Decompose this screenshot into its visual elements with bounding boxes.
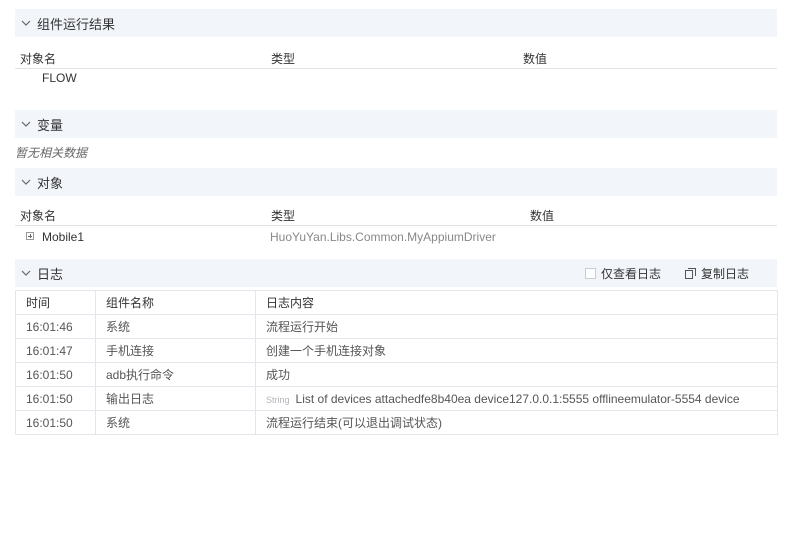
- objects-section-header[interactable]: 对象: [15, 168, 777, 196]
- log-table: 时间 组件名称 日志内容 16:01:46 系统 流程运行开始 16:01:47…: [15, 290, 778, 435]
- log-content: List of devices attachedfe8b40ea device1…: [295, 391, 740, 406]
- log-content: 成功: [255, 362, 778, 387]
- column-component: 组件名称: [95, 290, 256, 315]
- column-value: 数值: [530, 209, 555, 223]
- variables-section-title: 变量: [37, 117, 64, 133]
- log-content: 流程运行开始: [255, 314, 778, 339]
- results-section-header[interactable]: 组件运行结果: [15, 9, 777, 37]
- copy-log-button[interactable]: 复制日志: [684, 265, 749, 282]
- column-value: 数值: [523, 52, 548, 66]
- log-content: 创建一个手机连接对象: [255, 338, 778, 363]
- column-time: 时间: [15, 290, 96, 315]
- log-time: 16:01:50: [15, 362, 96, 387]
- chevron-down-icon[interactable]: [15, 9, 37, 37]
- chevron-down-icon[interactable]: [15, 259, 37, 287]
- log-component: 系统: [95, 410, 256, 435]
- chevron-down-icon[interactable]: [15, 168, 37, 196]
- objects-column-header: 对象名 类型 数值: [15, 201, 777, 226]
- log-component: 手机连接: [95, 338, 256, 363]
- only-view-log-label: 仅查看日志: [600, 266, 661, 281]
- only-view-log-toggle[interactable]: 仅查看日志: [584, 265, 661, 282]
- object-row-name: Mobile1: [42, 230, 85, 244]
- column-object-name: 对象名: [20, 52, 57, 66]
- column-type: 类型: [271, 209, 296, 223]
- column-type: 类型: [271, 52, 296, 66]
- log-time: 16:01:50: [15, 386, 96, 411]
- table-row[interactable]: 16:01:50 adb执行命令 成功: [15, 362, 778, 387]
- variables-section-header[interactable]: 变量: [15, 110, 777, 138]
- log-actions: 仅查看日志 复制日志: [584, 259, 749, 287]
- chevron-down-icon[interactable]: [15, 110, 37, 138]
- log-time: 16:01:47: [15, 338, 96, 363]
- plus-box-icon[interactable]: [26, 232, 34, 240]
- log-time: 16:01:46: [15, 314, 96, 339]
- copy-icon: [684, 267, 696, 279]
- table-row[interactable]: 16:01:47 手机连接 创建一个手机连接对象: [15, 338, 778, 363]
- log-content-cell: String List of devices attachedfe8b40ea d…: [255, 386, 778, 411]
- table-row[interactable]: 16:01:50 系统 流程运行结束(可以退出调试状态): [15, 410, 778, 435]
- log-component: 系统: [95, 314, 256, 339]
- object-row-type: HuoYuYan.Libs.Common.MyAppiumDriver: [270, 230, 496, 244]
- log-content: 流程运行结束(可以退出调试状态): [255, 410, 778, 435]
- string-type-tag: String: [266, 394, 290, 405]
- table-row[interactable]: 16:01:46 系统 流程运行开始: [15, 314, 778, 339]
- results-column-header: 对象名 类型 数值: [15, 44, 777, 69]
- copy-log-label: 复制日志: [700, 266, 749, 281]
- log-table-header: 时间 组件名称 日志内容: [15, 290, 778, 315]
- log-time: 16:01:50: [15, 410, 96, 435]
- results-section-title: 组件运行结果: [37, 16, 116, 32]
- table-row[interactable]: 16:01:50 输出日志 String List of devices atta…: [15, 386, 778, 411]
- objects-section-title: 对象: [37, 175, 64, 191]
- log-section-title: 日志: [37, 266, 64, 282]
- column-object-name: 对象名: [20, 209, 57, 223]
- log-component: 输出日志: [95, 386, 256, 411]
- variables-empty-text: 暂无相关数据: [15, 146, 88, 160]
- checkbox-icon[interactable]: [584, 267, 596, 279]
- log-component: adb执行命令: [95, 362, 256, 387]
- log-section-header[interactable]: 日志 仅查看日志 复制日志: [15, 259, 777, 287]
- column-content: 日志内容: [255, 290, 778, 315]
- results-row-name: FLOW: [42, 71, 77, 85]
